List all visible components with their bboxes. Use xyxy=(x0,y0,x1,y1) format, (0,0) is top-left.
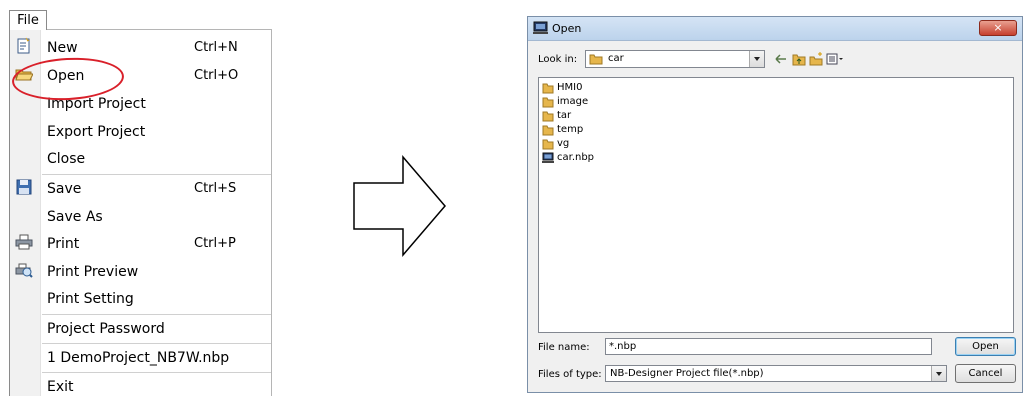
menu-item-shortcut: Ctrl+O xyxy=(194,68,239,83)
file-type-label: Files of type: xyxy=(538,369,602,380)
menu-item-label: Save As xyxy=(47,209,103,225)
menu-item-label: Print xyxy=(47,236,80,252)
file-name: temp xyxy=(557,124,584,135)
menu-item-label: Project Password xyxy=(47,321,165,337)
look-in-label: Look in: xyxy=(538,54,578,65)
open-button[interactable]: Open xyxy=(955,337,1016,356)
file-name-label: File name: xyxy=(538,342,590,353)
cancel-button[interactable]: Cancel xyxy=(955,364,1016,383)
new-folder-icon[interactable] xyxy=(809,52,823,66)
floppy-disk-icon xyxy=(16,179,32,195)
menu-item-save[interactable]: Save Ctrl+S xyxy=(10,176,271,202)
menu-separator xyxy=(42,343,271,344)
menu-item-shortcut: Ctrl+N xyxy=(194,40,238,55)
menu-separator xyxy=(42,174,271,175)
menu-item-label: Save xyxy=(47,181,82,197)
menu-item-recent-file[interactable]: 1 DemoProject_NB7W.nbp xyxy=(10,345,271,371)
file-name: image xyxy=(557,96,589,107)
file-list[interactable]: HMI0 image tar temp vg car.nbp xyxy=(538,77,1014,333)
app-window-icon xyxy=(533,21,548,34)
menu-item-label: Print Setting xyxy=(47,291,134,307)
right-arrow-icon xyxy=(353,155,446,258)
file-name: HMI0 xyxy=(557,82,583,93)
menu-item-label: New xyxy=(47,40,78,56)
menu-item-print-setting[interactable]: Print Setting xyxy=(10,286,271,312)
close-button[interactable]: × xyxy=(979,20,1017,36)
menu-item-print-preview[interactable]: Print Preview xyxy=(10,259,271,285)
file-menu-title[interactable]: File xyxy=(9,10,47,30)
view-menu-icon[interactable] xyxy=(826,52,844,66)
menu-item-project-password[interactable]: Project Password xyxy=(10,316,271,342)
look-in-dropdown[interactable]: car xyxy=(585,50,765,68)
folder-icon xyxy=(542,111,554,122)
folder-icon xyxy=(542,83,554,94)
menu-item-save-as[interactable]: Save As xyxy=(10,204,271,230)
menu-item-label: 1 DemoProject_NB7W.nbp xyxy=(47,350,230,366)
up-folder-icon[interactable] xyxy=(792,52,806,66)
new-document-icon xyxy=(17,37,30,54)
chevron-down-icon[interactable] xyxy=(931,366,946,381)
folder-icon xyxy=(542,97,554,108)
menu-item-exit[interactable]: Exit xyxy=(10,374,271,400)
look-in-value: car xyxy=(608,53,624,64)
menu-item-label: Close xyxy=(47,151,86,167)
menu-item-close[interactable]: Close xyxy=(10,146,271,172)
menu-item-shortcut: Ctrl+P xyxy=(194,236,236,251)
menu-item-shortcut: Ctrl+S xyxy=(194,181,237,196)
folder-icon xyxy=(589,54,603,65)
menu-item-label: Print Preview xyxy=(47,264,139,280)
file-type-value: NB-Designer Project file(*.nbp) xyxy=(610,368,764,379)
menu-separator xyxy=(42,314,271,315)
file-name-input[interactable]: *.nbp xyxy=(605,338,932,355)
file-name: vg xyxy=(557,138,570,149)
file-type-dropdown[interactable]: NB-Designer Project file(*.nbp) xyxy=(605,365,947,382)
folder-icon xyxy=(542,125,554,136)
menu-item-new[interactable]: New Ctrl+N xyxy=(10,35,271,61)
folder-icon xyxy=(542,139,554,150)
file-name: tar xyxy=(557,110,572,121)
file-name: car.nbp xyxy=(557,152,595,163)
printer-icon xyxy=(15,234,33,250)
print-preview-icon xyxy=(15,263,33,278)
back-arrow-icon[interactable] xyxy=(774,52,788,66)
menu-item-export-project[interactable]: Export Project xyxy=(10,119,271,145)
dialog-title-bar[interactable]: Open × xyxy=(528,17,1022,41)
menu-separator xyxy=(42,372,271,373)
project-file-icon xyxy=(542,152,554,163)
menu-item-print[interactable]: Print Ctrl+P xyxy=(10,231,271,257)
dialog-title: Open xyxy=(552,22,582,35)
open-dialog: Open × Look in: car HMI0 image tar temp … xyxy=(527,16,1023,393)
chevron-down-icon[interactable] xyxy=(749,51,764,67)
menu-item-label: Export Project xyxy=(47,124,146,140)
menu-item-label: Exit xyxy=(47,379,74,395)
